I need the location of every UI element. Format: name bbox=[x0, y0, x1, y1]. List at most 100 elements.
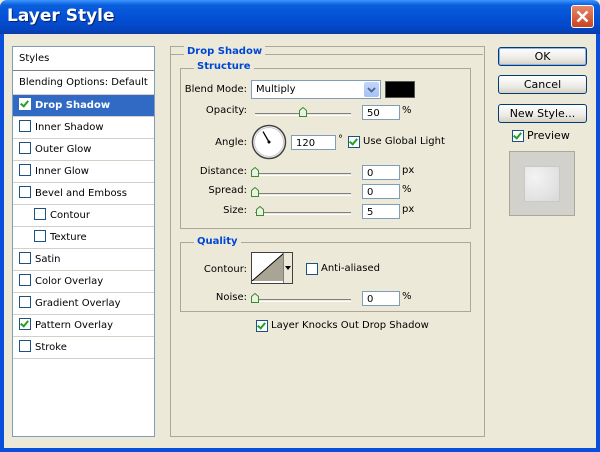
window-title: Layer Style bbox=[7, 6, 115, 26]
quality-title: Quality bbox=[194, 236, 241, 247]
style-item-checkbox[interactable] bbox=[19, 120, 31, 132]
window-frame-right bbox=[596, 34, 600, 452]
contour-icon bbox=[252, 253, 284, 281]
contour-label: Contour: bbox=[203, 264, 247, 275]
style-item-contour[interactable]: Contour bbox=[13, 205, 154, 227]
styles-list: Styles Blending Options: Default Drop Sh… bbox=[12, 46, 155, 437]
size-input[interactable]: 5 bbox=[362, 204, 400, 219]
style-item-checkbox[interactable] bbox=[19, 142, 31, 154]
blend-mode-value: Multiply bbox=[256, 84, 296, 95]
style-item-label: Texture bbox=[50, 232, 87, 243]
style-item-checkbox[interactable] bbox=[19, 296, 31, 308]
use-global-light-checkbox[interactable] bbox=[348, 136, 360, 148]
distance-slider-thumb[interactable] bbox=[251, 167, 259, 177]
distance-label: Distance: bbox=[199, 166, 247, 177]
preview-thumbnail bbox=[509, 151, 575, 216]
shadow-color-swatch[interactable] bbox=[385, 81, 415, 98]
title-bar[interactable]: Layer Style bbox=[0, 0, 600, 34]
style-item-checkbox[interactable] bbox=[19, 318, 31, 330]
spread-unit: % bbox=[402, 184, 412, 195]
style-item-checkbox[interactable] bbox=[19, 252, 31, 264]
style-item-label: Bevel and Emboss bbox=[35, 188, 127, 199]
contour-picker[interactable] bbox=[251, 252, 293, 284]
close-icon bbox=[576, 10, 589, 23]
new-style-button[interactable]: New Style... bbox=[498, 104, 587, 123]
style-item-label: Drop Shadow bbox=[35, 100, 111, 111]
spread-label: Spread: bbox=[208, 185, 247, 196]
noise-slider-thumb[interactable] bbox=[251, 293, 259, 303]
distance-slider-track[interactable] bbox=[255, 173, 351, 176]
style-item-color-overlay[interactable]: Color Overlay bbox=[13, 271, 154, 293]
preview-label: Preview bbox=[527, 129, 570, 142]
style-item-checkbox[interactable] bbox=[19, 164, 31, 176]
noise-unit: % bbox=[402, 291, 412, 302]
style-item-inner-glow[interactable]: Inner Glow bbox=[13, 161, 154, 183]
window-frame-left bbox=[0, 34, 4, 452]
anti-aliased-label: Anti-aliased bbox=[321, 263, 381, 274]
size-slider-track[interactable] bbox=[255, 212, 351, 215]
angle-input[interactable]: 120 bbox=[291, 135, 336, 150]
style-item-outer-glow[interactable]: Outer Glow bbox=[13, 139, 154, 161]
knockout-label: Layer Knocks Out Drop Shadow bbox=[271, 320, 429, 331]
preview-swatch bbox=[524, 166, 560, 202]
style-item-label: Pattern Overlay bbox=[35, 320, 114, 331]
style-item-bevel-and-emboss[interactable]: Bevel and Emboss bbox=[13, 183, 154, 205]
drop-shadow-title: Drop Shadow bbox=[184, 46, 266, 57]
style-item-checkbox[interactable] bbox=[19, 186, 31, 198]
ok-button[interactable]: OK bbox=[498, 47, 587, 66]
size-unit: px bbox=[402, 204, 415, 215]
style-item-checkbox[interactable] bbox=[19, 274, 31, 286]
degree-symbol: ° bbox=[338, 134, 343, 145]
blend-mode-label: Blend Mode: bbox=[184, 84, 247, 95]
noise-input[interactable]: 0 bbox=[362, 291, 400, 306]
drop-shadow-panel: Drop Shadow Structure Blend Mode: Multip… bbox=[170, 46, 485, 437]
style-item-label: Inner Shadow bbox=[35, 122, 104, 133]
spread-slider-thumb[interactable] bbox=[251, 187, 259, 197]
noise-slider-track[interactable] bbox=[255, 299, 351, 302]
spread-slider-track[interactable] bbox=[255, 193, 351, 196]
style-item-stroke[interactable]: Stroke bbox=[13, 337, 154, 359]
opacity-input[interactable]: 50 bbox=[362, 105, 400, 120]
style-item-label: Satin bbox=[35, 254, 61, 265]
style-item-texture[interactable]: Texture bbox=[13, 227, 154, 249]
style-item-checkbox[interactable] bbox=[19, 98, 31, 110]
noise-label: Noise: bbox=[215, 292, 247, 303]
style-item-label: Stroke bbox=[35, 342, 67, 353]
style-item-label: Color Overlay bbox=[35, 276, 104, 287]
size-slider-thumb[interactable] bbox=[256, 206, 264, 216]
style-item-satin[interactable]: Satin bbox=[13, 249, 154, 271]
blend-mode-select[interactable]: Multiply bbox=[251, 80, 381, 99]
style-item-checkbox[interactable] bbox=[34, 208, 46, 220]
contour-dropdown-button[interactable] bbox=[283, 253, 292, 283]
distance-input[interactable]: 0 bbox=[362, 165, 400, 180]
knockout-checkbox[interactable] bbox=[256, 320, 268, 332]
structure-title: Structure bbox=[194, 61, 254, 72]
anti-aliased-checkbox[interactable] bbox=[306, 263, 318, 275]
blend-mode-dropdown-button[interactable] bbox=[364, 82, 379, 97]
angle-dial-icon[interactable] bbox=[251, 124, 287, 160]
close-button[interactable] bbox=[571, 5, 594, 28]
style-item-drop-shadow[interactable]: Drop Shadow bbox=[13, 95, 154, 117]
style-item-label: Inner Glow bbox=[35, 166, 89, 177]
distance-unit: px bbox=[402, 165, 415, 176]
style-item-inner-shadow[interactable]: Inner Shadow bbox=[13, 117, 154, 139]
opacity-label: Opacity: bbox=[205, 105, 247, 116]
window-frame-bottom bbox=[0, 448, 600, 452]
styles-list-header[interactable]: Styles bbox=[13, 47, 154, 71]
chevron-down-icon bbox=[367, 87, 376, 93]
spread-input[interactable]: 0 bbox=[362, 184, 400, 199]
layer-style-dialog: Layer Style Styles Blending Options: Def… bbox=[0, 0, 600, 452]
style-item-gradient-overlay[interactable]: Gradient Overlay bbox=[13, 293, 154, 315]
opacity-slider-thumb[interactable] bbox=[299, 107, 307, 117]
blending-options-item[interactable]: Blending Options: Default bbox=[13, 71, 154, 95]
preview-checkbox[interactable] bbox=[512, 130, 524, 142]
caret-down-icon bbox=[285, 266, 291, 270]
style-item-pattern-overlay[interactable]: Pattern Overlay bbox=[13, 315, 154, 337]
cancel-button[interactable]: Cancel bbox=[498, 75, 587, 94]
style-item-checkbox[interactable] bbox=[34, 230, 46, 242]
opacity-unit: % bbox=[402, 105, 412, 116]
style-item-checkbox[interactable] bbox=[19, 340, 31, 352]
angle-label: Angle: bbox=[215, 137, 247, 148]
size-label: Size: bbox=[223, 205, 247, 216]
style-item-label: Contour bbox=[50, 210, 90, 221]
